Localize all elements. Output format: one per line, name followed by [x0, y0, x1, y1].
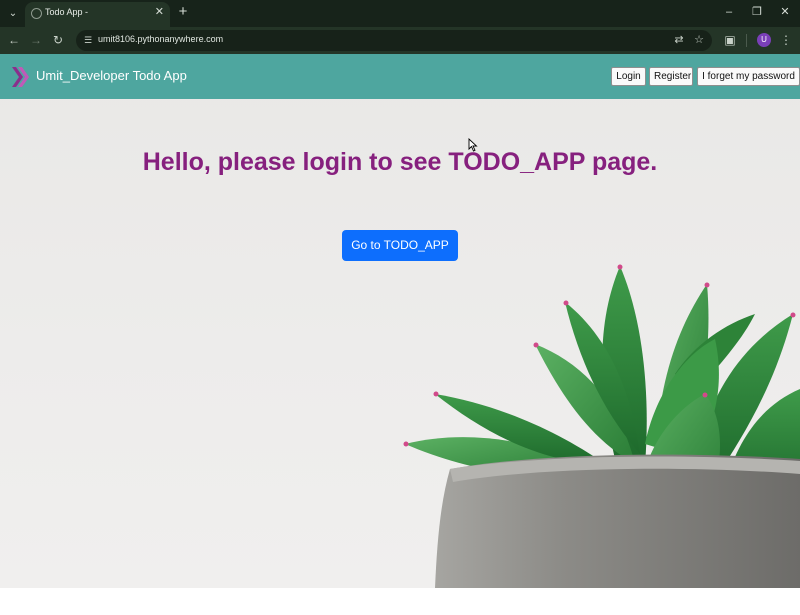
toolbar-divider [746, 34, 747, 47]
profile-avatar[interactable]: U [757, 33, 771, 47]
minimize-button[interactable]: – [719, 4, 739, 20]
back-button[interactable]: ← [6, 32, 22, 48]
arrow-left-icon: ← [8, 33, 20, 47]
kebab-menu-icon[interactable]: ⋮ [778, 32, 794, 48]
browser-tab[interactable]: Todo App - ✕ [25, 2, 170, 27]
page-bottom-margin [0, 588, 800, 615]
restore-button[interactable]: ❐ [747, 4, 767, 20]
plus-icon: + [178, 3, 188, 20]
minimize-icon: – [725, 6, 733, 18]
address-bar[interactable]: ☰ umit8106.pythonanywhere.com ⇄ ☆ [76, 30, 712, 51]
go-to-todo-app-button[interactable]: Go to TODO_APP [342, 230, 458, 261]
succulent-plant-image [403, 264, 800, 588]
forward-button[interactable]: → [28, 32, 44, 48]
chevron-down-icon: ⌄ [8, 7, 18, 19]
url-text: umit8106.pythonanywhere.com [98, 34, 224, 44]
close-icon: ✕ [780, 6, 790, 18]
forgot-password-button[interactable]: I forget my password [697, 67, 800, 86]
reload-icon: ↻ [52, 33, 64, 47]
tab-search-button[interactable]: ⌄ [4, 4, 22, 22]
tab-title: Todo App - [45, 7, 89, 17]
chevron-logo-icon[interactable] [11, 66, 31, 88]
new-tab-button[interactable]: + [175, 3, 191, 20]
navbar: Umit_Developer Todo App Login Register I… [0, 54, 800, 99]
login-button[interactable]: Login [611, 67, 646, 86]
brand-name[interactable]: Umit_Developer Todo App [36, 68, 187, 83]
globe-icon [31, 8, 42, 19]
reload-button[interactable]: ↻ [50, 32, 66, 48]
register-button[interactable]: Register [649, 67, 693, 86]
close-window-button[interactable]: ✕ [775, 4, 795, 20]
browser-toolbar: ← → ↻ ☰ umit8106.pythonanywhere.com ⇄ ☆ … [0, 27, 800, 54]
restore-icon: ❐ [752, 6, 762, 18]
page-title: Hello, please login to see TODO_APP page… [142, 148, 658, 176]
puzzle-icon[interactable]: ▣ [722, 32, 738, 48]
star-icon[interactable]: ☆ [692, 33, 706, 47]
mouse-cursor-icon [468, 138, 478, 152]
close-icon: ✕ [154, 6, 164, 18]
page-content: Umit_Developer Todo App Login Register I… [0, 54, 800, 588]
tune-icon[interactable]: ☰ [82, 34, 94, 46]
arrow-right-icon: → [30, 33, 42, 47]
translate-icon[interactable]: ⇄ [672, 33, 686, 47]
tab-close-button[interactable]: ✕ [155, 5, 164, 18]
browser-tab-strip: ⌄ Todo App - ✕ + – ❐ ✕ [0, 0, 800, 27]
